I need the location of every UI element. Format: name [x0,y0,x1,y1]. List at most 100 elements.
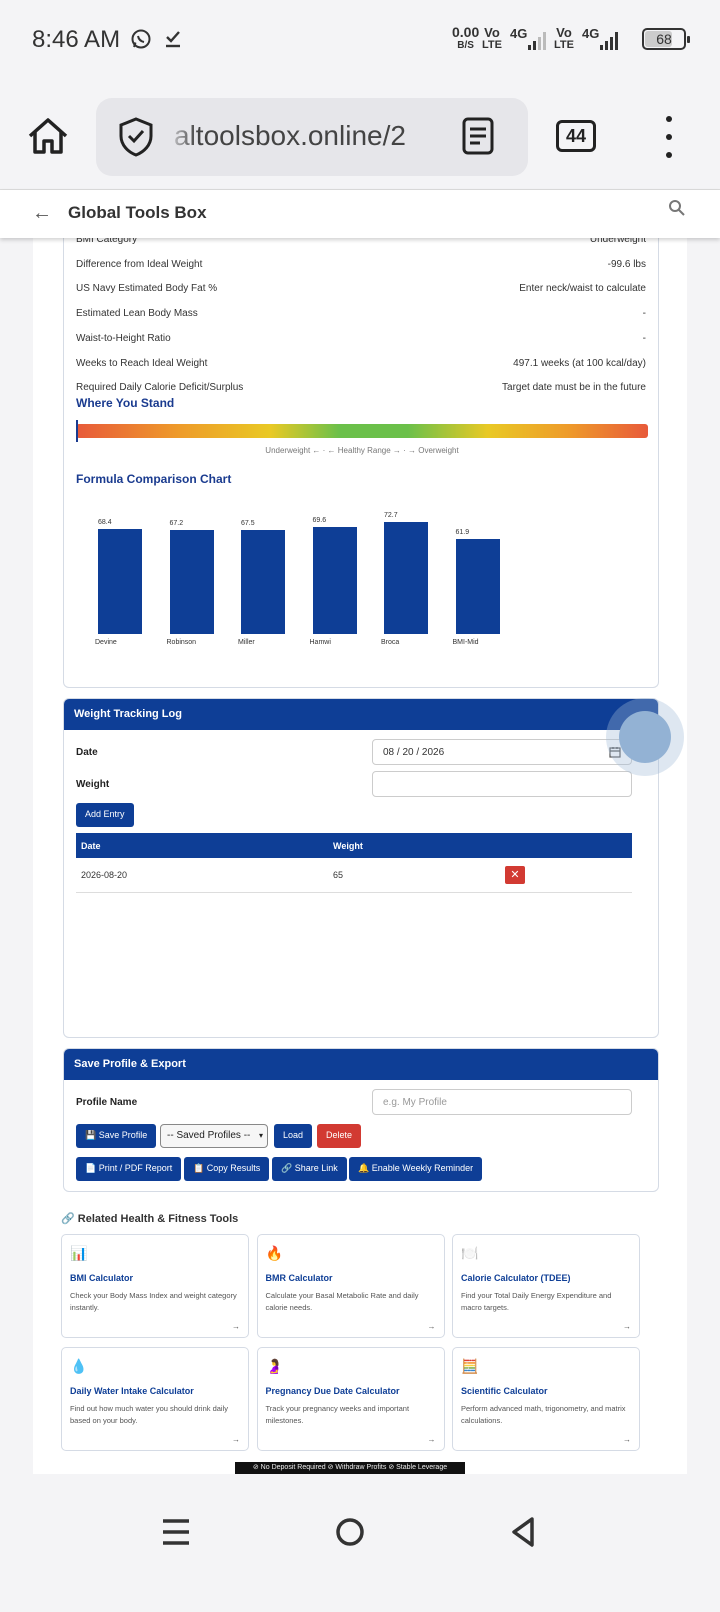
clock: 8:46 AM [32,26,121,53]
home-icon[interactable] [24,112,72,160]
shield-icon[interactable] [116,116,156,158]
weight-label: Weight [76,779,110,790]
date-label: Date [76,747,98,758]
system-navigation-bar [0,1474,720,1612]
entry-actions: ✕ [500,858,632,893]
arrow-right-icon: → [232,1322,240,1331]
page-gutter-left [0,238,33,1516]
url-text: altoolsbox.online/2 [174,120,406,151]
tool-icon: 🍽️ [461,1245,479,1261]
checkmark-icon [162,28,184,50]
volte-indicator-1: Vo LTE [482,25,502,51]
chart-bar-robinson [169,530,214,634]
arrow-right-icon: → [427,1322,436,1331]
column-header-date: Date [76,833,328,858]
profile-name-input[interactable]: e.g. My Profile [372,1089,632,1115]
chart-bar-devine [98,528,142,634]
enable-reminder-button[interactable]: 🔔 Enable Weekly Reminder [349,1157,483,1181]
tool-icon: 🤰 [265,1358,283,1374]
network-speed: 0.00 B/S [452,24,480,51]
fab-inner [619,711,671,763]
add-entry-button[interactable]: Add Entry [76,803,134,827]
column-header-weight: Weight [328,833,500,858]
chevron-down-icon: ▾ [258,1131,263,1140]
arrow-right-icon: → [623,1322,631,1331]
chart-category-label: Robinson [166,639,197,646]
reader-mode-icon[interactable] [460,116,496,156]
chart-category-label: Devine [95,639,117,646]
chart-bar-hamwi [312,526,357,634]
arrow-right-icon: → [623,1435,631,1444]
weight-tracking-title: Weight Tracking Log [64,699,658,730]
chart-data-label: 69.6 [312,516,327,524]
page-gutter-right [687,238,720,1516]
chart-bar-bmi-mid [455,538,500,634]
related-tool-card[interactable]: 🔥 BMR Calculator Calculate your Basal Meta… [256,1234,445,1338]
arrow-right-icon: → [232,1435,240,1444]
tab-switcher-button[interactable]: 44 [556,120,596,152]
related-tool-card[interactable]: 📊 BMI Calculator Check your Body Mass Inde… [61,1234,249,1338]
related-tool-card[interactable]: 🧮 Scientific Calculator Perform advanced m… [452,1347,640,1451]
chart-category-label: Miller [238,639,255,646]
weight-log-table: Date Weight 2026-08-20 65 ✕ [76,833,632,893]
tool-icon: 📊 [70,1245,88,1261]
date-input-value: 08 / 20 / 2026 [383,747,445,758]
tool-description: Find your Total Daily Energy Expenditure… [461,1291,612,1312]
saved-profiles-select[interactable]: -- Saved Profiles -- ▾ [160,1124,268,1148]
app-header: ← Global Tools Box [0,190,720,238]
signal-type-1: 4G [510,26,528,41]
signal-bars-2-icon [600,30,618,50]
copy-results-button[interactable]: 📋 Copy Results [184,1157,270,1181]
chart-category-label: Broca [381,639,400,646]
promo-banner[interactable]: ⊘ No Deposit Required ⊘ Withdraw Profits… [235,1462,465,1474]
column-header-actions [500,833,632,858]
tool-description: Calculate your Basal Metabolic Rate and … [265,1291,419,1312]
arrow-right-icon: → [427,1435,436,1444]
page-content[interactable]: BMI Category Underweight Difference from I… [33,238,687,1516]
load-button[interactable]: Load [274,1124,313,1148]
weight-input[interactable] [372,771,632,797]
tool-icon: 💧 [70,1358,88,1374]
overflow-menu-icon[interactable] [664,116,674,158]
chart-data-label: 72.7 [384,512,398,519]
formula-comparison-chart: 68.4 Devine 67.2 Robinson 67.5 Miller 69.6 Hamw… [64,238,660,688]
search-icon[interactable] [668,199,686,217]
recent-apps-icon[interactable] [156,1512,196,1552]
table-row: 2026-08-20 65 ✕ [76,858,632,893]
related-tool-card[interactable]: 🍽️ Calorie Calculator (TDEE) Find your Tot… [452,1234,640,1338]
signal-bars-1-icon [528,30,546,50]
tool-title: BMR Calculator [265,1273,333,1283]
tool-description: Track your pregnancy weeks and important… [265,1404,410,1425]
whatsapp-icon [130,28,152,50]
home-button-icon[interactable] [330,1512,370,1552]
entry-weight: 65 [328,858,500,893]
date-input[interactable]: 08 / 20 / 2026 [372,739,632,765]
delete-entry-button[interactable]: ✕ [505,866,525,884]
tool-title: Scientific Calculator [461,1386,548,1396]
saved-profiles-value: -- Saved Profiles -- [167,1130,251,1141]
save-profile-title: Save Profile & Export [64,1049,658,1080]
entry-date: 2026-08-20 [76,858,328,893]
tool-icon: 🔥 [265,1245,283,1261]
status-bar: 8:46 AM 0.00 B/S Vo LTE 4G Vo LTE 4G 68 [0,0,720,84]
url-fade-left [166,98,196,176]
tool-description: Find out how much water you should drink… [70,1404,228,1425]
save-profile-button[interactable]: 💾 Save Profile [76,1124,157,1148]
back-arrow-icon[interactable]: ← [32,202,52,225]
related-tool-card[interactable]: 🤰 Pregnancy Due Date Calculator Track your… [256,1347,445,1451]
chart-bar-miller [241,530,285,634]
profile-name-label: Profile Name [76,1097,138,1108]
share-link-button[interactable]: 🔗 Share Link [272,1157,347,1181]
back-button-icon[interactable] [504,1512,544,1552]
tool-description: Check your Body Mass Index and weight ca… [70,1291,237,1312]
delete-profile-button[interactable]: Delete [317,1124,362,1148]
related-tool-card[interactable]: 💧 Daily Water Intake Calculator Find out h… [61,1347,249,1451]
url-fade-right [496,98,528,176]
print-pdf-button[interactable]: 📄 Print / PDF Report [76,1157,182,1181]
tool-title: Daily Water Intake Calculator [70,1386,194,1396]
tool-title: Calorie Calculator (TDEE) [461,1273,571,1283]
results-card: BMI Category Underweight Difference from I… [63,238,659,688]
floating-action-button[interactable] [606,698,684,776]
save-profile-card: Save Profile & Export Profile Name e.g. … [63,1048,659,1192]
chart-data-label: 68.4 [98,518,112,526]
